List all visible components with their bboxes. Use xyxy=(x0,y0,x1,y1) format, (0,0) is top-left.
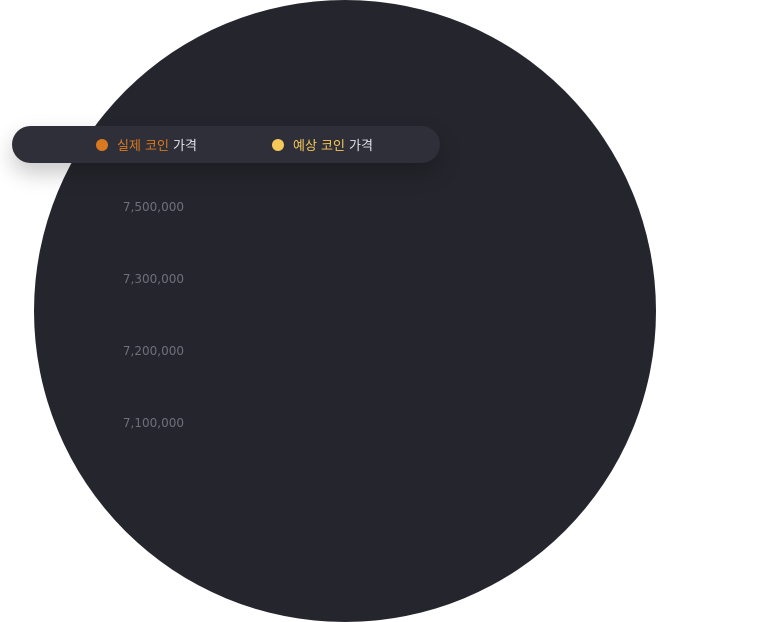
y-tick-label: 7,500,000 xyxy=(123,200,184,214)
y-tick-label: 7,300,000 xyxy=(123,272,184,286)
price-chart: 7,500,000 7,300,000 7,200,000 7,100,000 xyxy=(123,200,765,430)
y-tick-label: 7,200,000 xyxy=(123,344,184,358)
y-axis: 7,500,000 7,300,000 7,200,000 7,100,000 xyxy=(123,200,765,430)
y-tick-label: 7,100,000 xyxy=(123,416,184,430)
